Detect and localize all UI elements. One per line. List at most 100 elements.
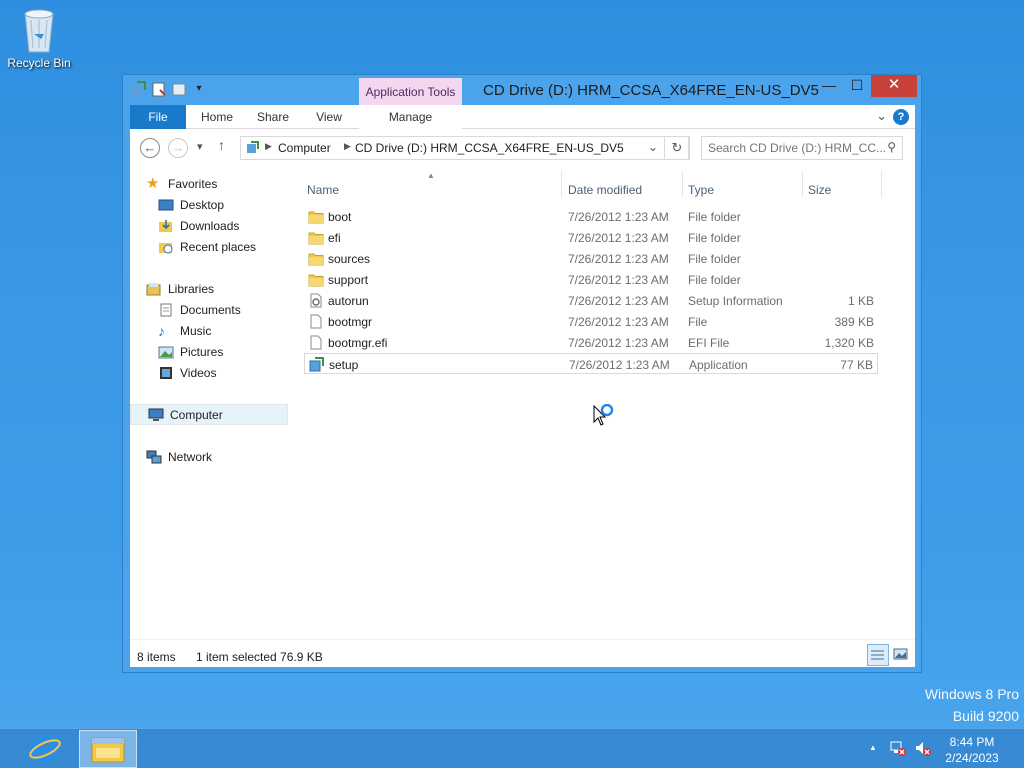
file-row[interactable]: bootmgr 7/26/2012 1:23 AM File 389 KB xyxy=(304,311,878,332)
file-type: File folder xyxy=(688,252,741,266)
large-icons-view-button[interactable] xyxy=(890,644,912,666)
file-row[interactable]: setup 7/26/2012 1:23 AM Application 77 KB xyxy=(304,353,878,374)
tab-file[interactable]: File xyxy=(130,105,186,129)
breadcrumb-computer[interactable]: Computer xyxy=(278,141,331,155)
file-row[interactable]: support 7/26/2012 1:23 AM File folder xyxy=(304,269,878,290)
search-box[interactable]: ⚲ xyxy=(701,136,903,160)
recent-locations-chevron-icon[interactable]: ▾ xyxy=(197,140,203,153)
nav-documents-label: Documents xyxy=(180,302,241,317)
breadcrumb-cd-drive[interactable]: CD Drive (D:) HRM_CCSA_X64FRE_EN-US_DV5 xyxy=(355,141,624,155)
nav-pictures[interactable]: Pictures xyxy=(158,341,316,362)
file-name: bootmgr.efi xyxy=(328,336,388,350)
nav-computer[interactable]: Computer xyxy=(130,404,288,425)
column-header-size[interactable]: Size xyxy=(808,183,831,197)
star-icon: ★ xyxy=(146,174,160,192)
file-row[interactable]: autorun 7/26/2012 1:23 AM Setup Informatio… xyxy=(304,290,878,311)
close-button[interactable]: ✕ xyxy=(871,75,917,97)
nav-documents[interactable]: Documents xyxy=(158,299,316,320)
videos-icon xyxy=(158,366,174,380)
back-button[interactable]: ← xyxy=(140,138,160,158)
tab-manage[interactable]: Manage xyxy=(359,105,462,129)
network-status-icon[interactable] xyxy=(889,739,907,760)
watermark-edition: Windows 8 Pro xyxy=(924,686,1019,702)
properties-icon[interactable] xyxy=(151,81,167,97)
file-date: 7/26/2012 1:23 AM xyxy=(568,294,669,308)
address-dropdown-icon[interactable]: ⌄ xyxy=(648,140,658,154)
file-date: 7/26/2012 1:23 AM xyxy=(568,210,669,224)
setup-app-icon xyxy=(309,357,325,372)
file-row[interactable]: efi 7/26/2012 1:23 AM File folder xyxy=(304,227,878,248)
search-input[interactable] xyxy=(708,138,888,158)
new-folder-icon[interactable] xyxy=(171,81,187,97)
file-type: File xyxy=(688,315,708,329)
address-bar[interactable]: ▶ Computer ▶ CD Drive (D:) HRM_CCSA_X64F… xyxy=(240,136,689,160)
nav-downloads[interactable]: Downloads xyxy=(158,215,316,236)
nav-videos[interactable]: Videos xyxy=(158,362,316,383)
up-button[interactable]: ↑ xyxy=(218,137,225,153)
column-divider[interactable] xyxy=(682,171,683,197)
file-row[interactable]: sources 7/26/2012 1:23 AM File folder xyxy=(304,248,878,269)
setup-app-small-icon xyxy=(131,81,147,97)
network-icon xyxy=(146,450,162,464)
help-icon[interactable]: ? xyxy=(893,109,909,125)
busy-cursor-icon xyxy=(593,404,614,426)
navigation-pane: ★ Favorites Desktop Downloads Recent pla… xyxy=(130,171,288,631)
minimize-button[interactable]: — xyxy=(815,75,843,97)
file-name: efi xyxy=(328,231,341,245)
refresh-button[interactable]: ↻ xyxy=(664,136,690,160)
column-header-type[interactable]: Type xyxy=(688,183,714,197)
show-hidden-icons-icon[interactable]: ▲ xyxy=(869,743,877,752)
nav-computer-label: Computer xyxy=(170,407,223,422)
file-row[interactable]: boot 7/26/2012 1:23 AM File folder xyxy=(304,206,878,227)
tab-view[interactable]: View xyxy=(304,105,354,129)
desktop-icon xyxy=(158,198,174,212)
file-name: sources xyxy=(328,252,371,266)
title-bar[interactable]: ▾ Application Tools CD Drive (D:) HRM_CC… xyxy=(123,75,921,105)
nav-network[interactable]: Network xyxy=(146,446,304,467)
file-icon xyxy=(308,314,324,329)
customize-qat-icon[interactable]: ▾ xyxy=(191,81,207,97)
nav-libraries[interactable]: Libraries xyxy=(146,278,304,299)
nav-favorites[interactable]: ★ Favorites xyxy=(146,173,304,194)
column-divider[interactable] xyxy=(802,171,803,197)
file-size: 389 KB xyxy=(834,315,874,329)
nav-desktop[interactable]: Desktop xyxy=(158,194,316,215)
file-list: ▲ Name Date modified Type Size boot 7/26/… xyxy=(304,171,904,631)
nav-libraries-label: Libraries xyxy=(168,281,215,296)
documents-icon xyxy=(158,303,174,317)
taskbar-internet-explorer[interactable] xyxy=(16,730,74,768)
file-row[interactable]: bootmgr.efi 7/26/2012 1:23 AM EFI File 1,32… xyxy=(304,332,878,353)
nav-recent-places[interactable]: Recent places xyxy=(158,236,316,257)
file-type: Setup Information xyxy=(688,294,783,308)
file-type: File folder xyxy=(688,231,741,245)
folder-icon xyxy=(308,209,324,224)
watermark-build: Build 9200 xyxy=(952,708,1019,724)
taskbar-clock[interactable]: 8:44 PM 2/24/2023 xyxy=(930,734,1014,766)
explorer-window[interactable]: ▾ Application Tools CD Drive (D:) HRM_CC… xyxy=(122,74,922,673)
maximize-button[interactable]: ☐ xyxy=(843,75,871,97)
tab-home[interactable]: Home xyxy=(192,105,242,129)
nav-recent-places-label: Recent places xyxy=(180,239,257,254)
taskbar: ▲ 8:44 PM 2/24/2023 xyxy=(0,728,1024,768)
pictures-icon xyxy=(158,345,174,359)
column-divider[interactable] xyxy=(561,171,562,197)
internet-explorer-icon xyxy=(29,735,61,763)
details-view-button[interactable] xyxy=(867,644,889,666)
file-type: EFI File xyxy=(688,336,730,350)
nav-music[interactable]: ♪ Music xyxy=(158,320,316,341)
recycle-bin[interactable]: Recycle Bin xyxy=(6,6,72,70)
file-date: 7/26/2012 1:23 AM xyxy=(568,315,669,329)
column-divider[interactable] xyxy=(881,171,882,197)
breadcrumb-separator-icon: ▶ xyxy=(344,141,351,151)
expand-ribbon-chevron-icon[interactable]: ⌄ xyxy=(876,108,887,124)
forward-button[interactable]: → xyxy=(168,138,188,158)
file-date: 7/26/2012 1:23 AM xyxy=(568,273,669,287)
column-header-name[interactable]: Name xyxy=(307,183,339,197)
file-name: boot xyxy=(328,210,352,224)
column-header-date[interactable]: Date modified xyxy=(568,183,642,197)
tab-share[interactable]: Share xyxy=(248,105,298,129)
ribbon: File Home Share View Manage ⌄ ? xyxy=(130,105,915,129)
recycle-bin-label: Recycle Bin xyxy=(7,56,71,70)
taskbar-file-explorer[interactable] xyxy=(79,730,137,768)
computer-icon xyxy=(148,408,164,422)
